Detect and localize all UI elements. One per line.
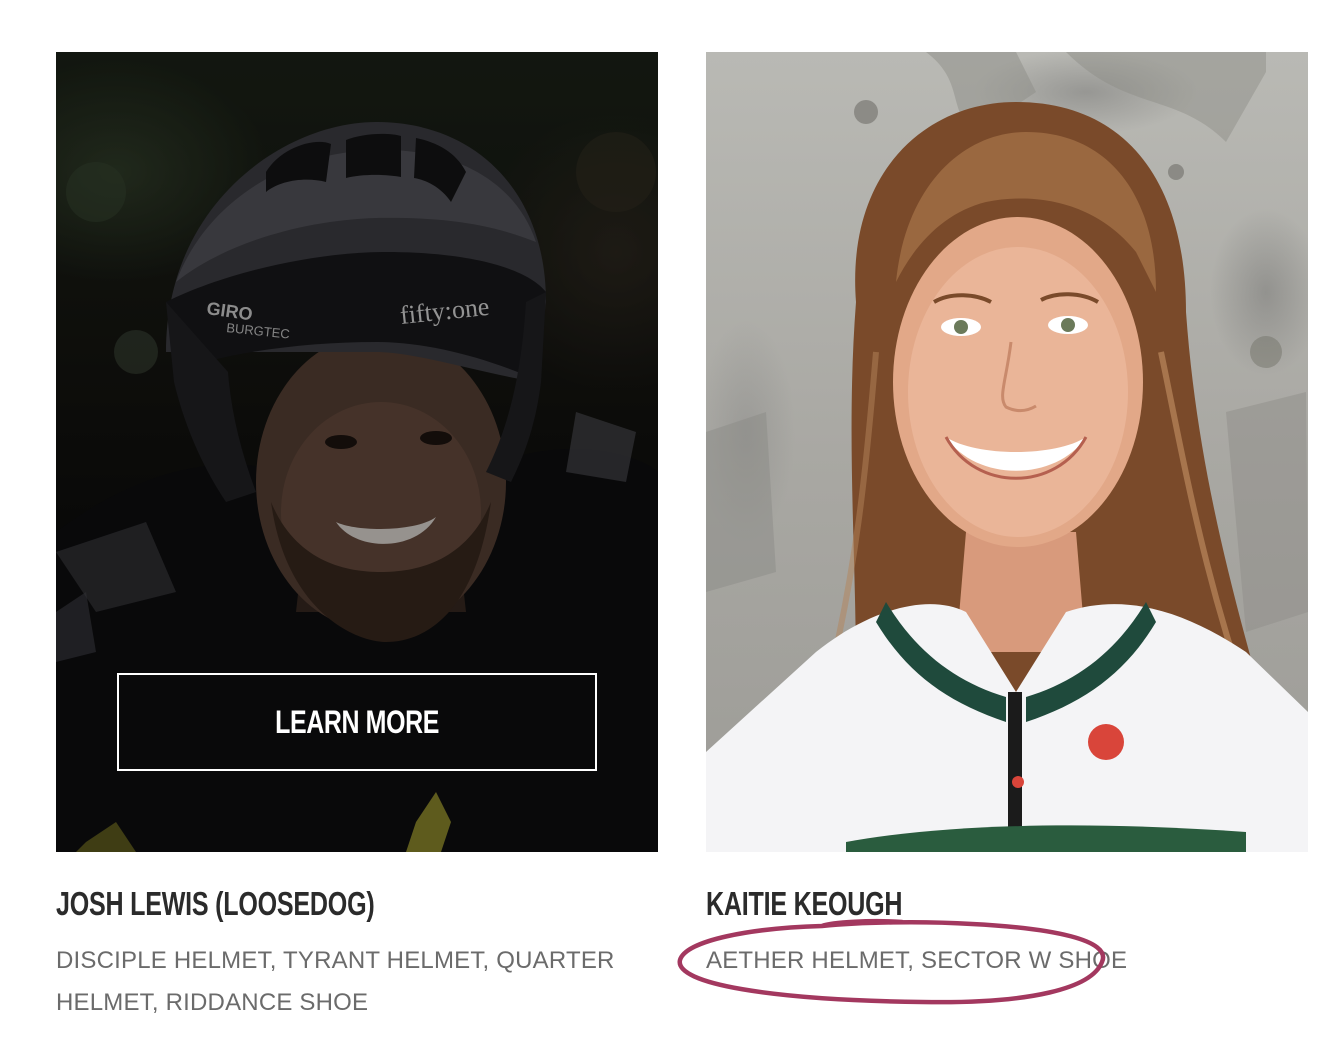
learn-more-button[interactable]: LEARN MORE [117,673,597,771]
learn-more-label: LEARN MORE [275,703,439,740]
athlete-name[interactable]: JOSH LEWIS (LOOSEDOG) [56,885,514,922]
athlete-portrait-illustration [706,52,1308,852]
athlete-photo-josh-lewis[interactable]: GIRO BURGTEC fifty:one LEARN MORE [56,52,658,852]
athlete-name[interactable]: KAITIE KEOUGH [706,885,1164,922]
athlete-gear-list: AETHER HELMET, SECTOR W SHOE [706,947,1128,975]
athlete-gear-list: DISCIPLE HELMET, TYRANT HELMET, QUARTER … [56,947,615,1017]
athlete-photo-kaitie-keough[interactable] [706,52,1308,852]
athlete-card-josh-lewis[interactable]: GIRO BURGTEC fifty:one LEARN MORE JOSH L… [56,52,658,1024]
athlete-card-kaitie-keough[interactable]: KAITIE KEOUGH AETHER HELMET, SECTOR W SH… [706,52,1308,982]
